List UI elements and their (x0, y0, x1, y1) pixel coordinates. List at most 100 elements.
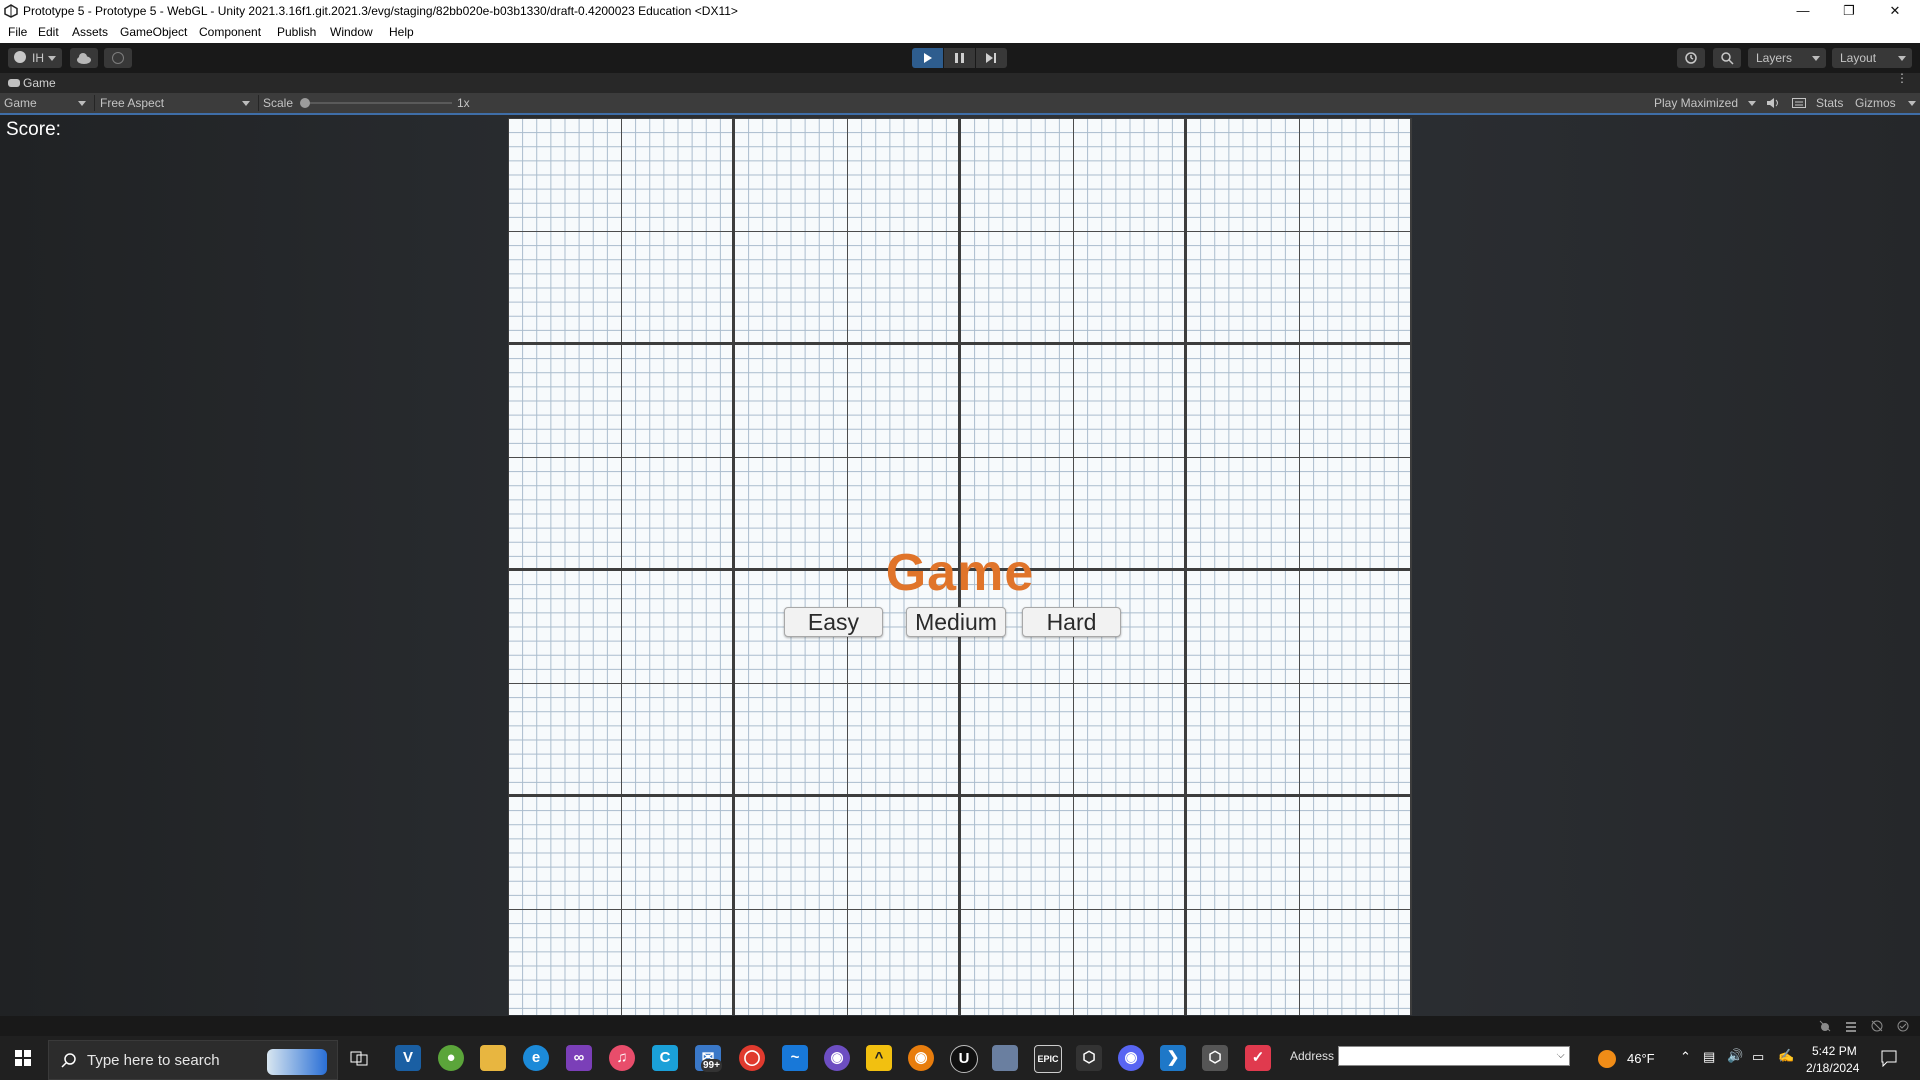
notifications-icon[interactable] (1880, 1049, 1898, 1067)
hard-button[interactable]: Hard (1022, 607, 1121, 637)
mail-badge: 99+ (701, 1059, 722, 1072)
cloud-button[interactable] (70, 48, 98, 68)
score-label: Score: (6, 119, 61, 140)
aspect-dropdown[interactable]: Free Aspect (100, 93, 252, 113)
restore-icon[interactable]: ❐ (1826, 0, 1872, 22)
step-icon (986, 53, 996, 63)
menu-gameobject[interactable]: GameObject (120, 25, 187, 39)
layout-dropdown[interactable]: Layout (1832, 48, 1912, 68)
task-view-icon[interactable] (350, 1049, 368, 1067)
step-button[interactable] (976, 48, 1007, 68)
address-input[interactable]: ⌵ (1338, 1046, 1570, 1066)
display-dropdown[interactable]: Game (4, 93, 88, 113)
health-app-icon[interactable]: ~ (782, 1045, 808, 1071)
taskbar-search[interactable]: Type here to search (48, 1040, 338, 1080)
chevron-down-icon[interactable] (1908, 101, 1916, 106)
tab-game[interactable]: Game (4, 73, 56, 93)
display-label: Game (4, 96, 37, 110)
scale-value: 1x (457, 96, 470, 110)
clock-date[interactable]: 2/18/2024 (1806, 1061, 1859, 1075)
menu-help[interactable]: Help (389, 25, 414, 39)
discord-icon[interactable]: ◉ (1118, 1045, 1144, 1071)
stats-button[interactable]: Stats (1816, 93, 1843, 113)
chevron-up-icon[interactable]: ⌃ (1680, 1049, 1691, 1065)
chrome-icon[interactable]: ◯ (739, 1045, 765, 1071)
menu-bar: File Edit Assets GameObject Component Pu… (0, 22, 1920, 44)
gamepad-icon (8, 79, 20, 87)
game-viewport[interactable]: Score: Game Easy Medium Hard (0, 115, 1920, 1016)
edge-icon[interactable]: e (523, 1045, 549, 1071)
collab-button[interactable] (104, 48, 132, 68)
app-green-icon[interactable]: ● (438, 1045, 464, 1071)
more-options-icon[interactable]: ⋮ (1896, 72, 1908, 84)
main-toolbar: IH Layers Layout (0, 43, 1920, 73)
weather-temperature[interactable]: 46°F (1627, 1051, 1655, 1066)
play-icon (924, 53, 932, 63)
pen-icon[interactable]: ✍ (1778, 1048, 1794, 1064)
file-explorer-icon[interactable] (480, 1045, 506, 1071)
keyboard-shortcuts-icon[interactable] (1792, 97, 1806, 109)
visual-studio-icon[interactable]: ∞ (566, 1045, 592, 1071)
unity-logo-icon (4, 4, 18, 18)
network-icon[interactable]: ▤ (1703, 1049, 1715, 1065)
windows-taskbar: Type here to search V ● e ∞ ♫ C ✉ 99+ ◯ … (0, 1036, 1920, 1080)
windows-start-icon[interactable] (15, 1050, 31, 1066)
layers-label: Layers (1756, 51, 1793, 65)
mail-icon[interactable]: ✉ 99+ (695, 1045, 722, 1072)
divider (258, 95, 259, 111)
app-yellow-icon[interactable]: ^ (866, 1045, 892, 1071)
github-icon[interactable]: ◉ (824, 1045, 850, 1071)
easy-button[interactable]: Easy (784, 607, 883, 637)
menu-publish[interactable]: Publish (277, 25, 316, 39)
pause-button[interactable] (944, 48, 975, 68)
app-c-icon[interactable]: C (652, 1045, 678, 1071)
refresh-icon[interactable] (1555, 1049, 1569, 1065)
play-mode-label: Play Maximized (1654, 96, 1739, 110)
layers-dropdown[interactable]: Layers (1748, 48, 1826, 68)
chevron-down-icon (1812, 56, 1820, 61)
menu-edit[interactable]: Edit (38, 25, 59, 39)
display-icon[interactable]: ▭ (1752, 1049, 1764, 1065)
search-button[interactable] (1713, 48, 1741, 68)
menu-file[interactable]: File (8, 25, 27, 39)
unreal-icon[interactable]: U (950, 1045, 978, 1073)
scale-slider-handle[interactable] (300, 98, 310, 108)
epic-games-icon[interactable]: EPIC (1034, 1045, 1062, 1073)
search-icon (1721, 52, 1734, 65)
medium-button[interactable]: Medium (906, 607, 1006, 637)
clock-time[interactable]: 5:42 PM (1812, 1044, 1857, 1058)
itunes-icon[interactable]: ♫ (609, 1045, 635, 1071)
stack-icon[interactable] (1844, 1019, 1858, 1033)
play-button[interactable] (912, 48, 943, 68)
unity-hub-icon[interactable]: ⬡ (1076, 1045, 1102, 1071)
progress-icon[interactable] (1896, 1019, 1910, 1033)
menu-assets[interactable]: Assets (72, 25, 108, 39)
minimize-icon[interactable]: — (1780, 0, 1826, 22)
scale-label: Scale (263, 96, 294, 110)
app-gray-icon[interactable] (992, 1045, 1018, 1071)
play-controls (912, 48, 1008, 68)
unity-editor-icon[interactable]: ⬡ (1202, 1045, 1228, 1071)
app-red-icon[interactable]: ✓ (1245, 1045, 1271, 1071)
unity-status-bar (0, 1016, 1920, 1036)
chevron-down-icon (78, 101, 86, 106)
layout-label: Layout (1840, 51, 1877, 65)
weather-icon[interactable] (1598, 1050, 1616, 1068)
debug-icon[interactable] (1818, 1019, 1832, 1033)
scale-slider[interactable] (304, 102, 452, 104)
vscode-icon[interactable]: ❯ (1160, 1045, 1186, 1071)
volume-icon[interactable]: 🔊 (1727, 1048, 1743, 1064)
game-title: Game (885, 544, 1035, 602)
play-mode-dropdown[interactable]: Play Maximized (1654, 93, 1758, 113)
collab-icon (112, 52, 124, 64)
account-dropdown[interactable]: IH (8, 48, 62, 68)
menu-window[interactable]: Window (330, 25, 373, 39)
blender-icon[interactable]: ◉ (908, 1045, 934, 1071)
gizmos-button[interactable]: Gizmos (1855, 93, 1896, 113)
network-icon[interactable] (1870, 1019, 1884, 1033)
undo-history-button[interactable] (1677, 48, 1705, 68)
mute-audio-icon[interactable] (1766, 97, 1780, 109)
close-icon[interactable]: ✕ (1872, 0, 1918, 22)
menu-component[interactable]: Component (199, 25, 261, 39)
vmware-icon[interactable]: V (395, 1045, 421, 1071)
